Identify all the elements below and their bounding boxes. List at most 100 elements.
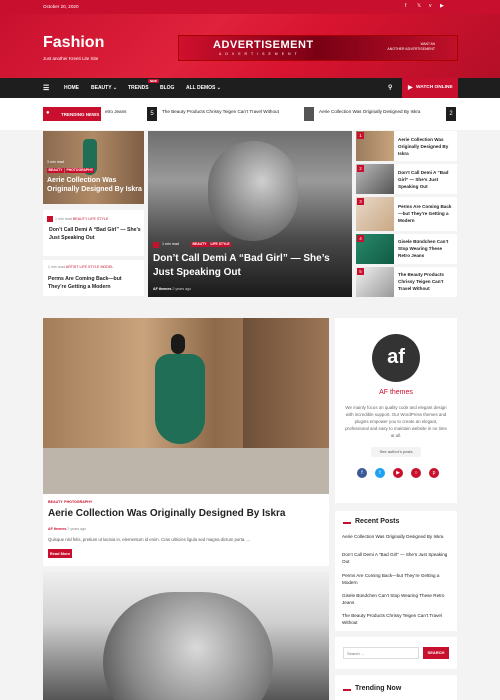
side-title[interactable]: Perms Are Coming Back—but They’re Gettin…: [398, 203, 455, 224]
nav-beauty[interactable]: BEAUTY ⌄: [91, 85, 117, 91]
site-tagline: Just another Kreeti Lite Site: [43, 56, 99, 61]
twitter-icon[interactable]: t: [375, 468, 385, 478]
card-tags: BEAUTY PHOTOGRAPHY: [47, 167, 95, 173]
youtube-icon[interactable]: ▶: [393, 468, 403, 478]
author-bio: We mainly focus on quality code and eleg…: [345, 405, 447, 438]
facebook-icon[interactable]: f: [405, 3, 406, 9]
main-post-image: [43, 318, 329, 494]
tag[interactable]: PHOTOGRAPHY: [64, 500, 92, 504]
site-title[interactable]: Fashion: [43, 34, 104, 52]
side-title[interactable]: The Beauty Products Chrissy Teigen Can’t…: [398, 271, 455, 292]
side-list-item[interactable]: 2 Don’t Call Demi A “Bad Girl” — She’s J…: [356, 164, 457, 194]
recent-posts-heading: Recent Posts: [355, 518, 400, 525]
play-icon: ▶: [408, 85, 413, 91]
recent-post-link[interactable]: Perms Are Coming Back—but They’re Gettin…: [342, 572, 452, 586]
watch-online-button[interactable]: ▶ WATCH ONLINE: [402, 78, 458, 98]
rank-number: 1: [357, 132, 364, 139]
video-icon: [153, 242, 159, 248]
card-meta: 1 min read BEAUTY LIFE STYLE: [55, 217, 109, 221]
tag[interactable]: BEAUTY: [48, 500, 63, 504]
recent-post-link[interactable]: Gisele Bündchen Can’t Stop Wearing These…: [342, 592, 452, 606]
side-title[interactable]: Gisele Bündchen Can’t Stop Wearing These…: [398, 238, 455, 259]
trending-label: TRENDING NEWS: [61, 111, 100, 117]
trending-item[interactable]: Aerie Collection Was Originally Designed…: [319, 109, 420, 114]
video-icon: [47, 216, 53, 222]
trending-now-heading: Trending Now: [355, 685, 402, 692]
model-head: [171, 334, 185, 354]
second-post-face: [103, 592, 273, 700]
left-card[interactable]: 1 min read ARTIST LIFE STYLE MODEL Perms…: [43, 260, 144, 296]
tag[interactable]: PHOTOGRAPHY: [64, 167, 95, 173]
facebook-icon[interactable]: f: [357, 468, 367, 478]
twitter-icon[interactable]: 𝕏: [417, 3, 421, 9]
nav-trends[interactable]: TRENDS: [128, 85, 149, 91]
trending-item[interactable]: etro Jeans: [105, 109, 126, 114]
tag[interactable]: LIFE STYLE: [208, 241, 232, 247]
ad-subline: ADVERTISEMENT: [219, 52, 301, 56]
side-list-item[interactable]: 5 The Beauty Products Chrissy Teigen Can…: [356, 267, 457, 297]
recent-posts-widget: Recent Posts Aerie Collection Was Origin…: [335, 511, 457, 631]
new-badge: NEW: [148, 79, 159, 83]
trending-thumb: [304, 107, 314, 121]
read-more-button[interactable]: Read More: [48, 549, 72, 558]
tag[interactable]: BEAUTY: [47, 167, 64, 173]
rank-number: 3: [357, 198, 364, 205]
rank-number: 4: [357, 235, 364, 242]
main-post-title[interactable]: Aerie Collection Was Originally Designed…: [48, 508, 285, 519]
nav-home[interactable]: HOME: [64, 85, 79, 91]
trending-label-box: ● TRENDING NEWS: [43, 107, 101, 121]
search-button[interactable]: SEARCH: [423, 647, 449, 659]
rank-number: 5: [357, 268, 364, 275]
advertisement-banner[interactable]: ADVERTISEMENT ADVERTISEMENT WANT AN ANOT…: [178, 35, 458, 61]
vimeo-icon[interactable]: v: [429, 3, 432, 9]
card-meta: 1 min read ARTIST LIFE STYLE MODEL: [48, 265, 114, 269]
recent-post-link[interactable]: Don’t Call Demi A “Bad Girl” — She’s Jus…: [342, 551, 452, 565]
pinterest-icon[interactable]: p: [429, 468, 439, 478]
trending-item[interactable]: The Beauty Products Chrissy Teigen Can’t…: [162, 109, 279, 114]
main-post[interactable]: BEAUTY PHOTOGRAPHY Aerie Collection Was …: [43, 318, 329, 566]
side-list-item[interactable]: 4 Gisele Bündchen Can’t Stop Wearing The…: [356, 234, 457, 264]
hero-title[interactable]: Don’t Call Demi A “Bad Girl” — She’s Jus…: [153, 252, 348, 280]
side-title[interactable]: Don’t Call Demi A “Bad Girl” — She’s Jus…: [398, 169, 455, 190]
floor: [43, 448, 329, 494]
read-time: 3 min read: [47, 160, 64, 164]
nav-all-demos[interactable]: ALL DEMOS ⌄: [186, 85, 221, 91]
recent-post-link[interactable]: The Beauty Products Chrissy Teigen Can’t…: [342, 612, 452, 626]
recent-post-link[interactable]: Aerie Collection Was Originally Designed…: [342, 533, 452, 540]
see-author-posts-button[interactable]: See author's posts: [371, 447, 421, 457]
author-name[interactable]: AF themes: [335, 389, 457, 396]
card-title[interactable]: Don’t Call Demi A “Bad Girl” — She’s Jus…: [49, 226, 141, 242]
instagram-icon[interactable]: ○: [411, 468, 421, 478]
youtube-icon[interactable]: ▶: [440, 3, 444, 9]
card-title[interactable]: Perms Are Coming Back—but They’re Gettin…: [48, 275, 140, 291]
nav-blog[interactable]: BLOG: [160, 85, 174, 91]
top-bar: October 20, 2020 f 𝕏 v ▶: [0, 0, 500, 14]
hero-face: [208, 141, 298, 241]
search-input[interactable]: [343, 647, 419, 659]
rank-number: 2: [357, 165, 364, 172]
trending-num: 2: [446, 107, 456, 121]
hero-tags: BEAUTY LIFE STYLE: [191, 241, 232, 247]
section-marker: [343, 689, 351, 691]
trending-bar: ● TRENDING NEWS etro Jeans 5 The Beauty …: [0, 98, 500, 130]
plus-icon: ●: [46, 110, 50, 116]
second-post[interactable]: [43, 572, 329, 700]
side-list-item[interactable]: 3 Perms Are Coming Back—but They’re Gett…: [356, 197, 457, 231]
trending-num: 5: [147, 107, 157, 121]
left-card[interactable]: 3 min read BEAUTY PHOTOGRAPHY Aerie Colle…: [43, 131, 144, 204]
side-title[interactable]: Aerie Collection Was Originally Designed…: [398, 136, 455, 157]
date-text: October 20, 2020: [43, 4, 79, 9]
main-post-meta: AF themes 2 years ago: [48, 527, 87, 531]
trending-now-widget: Trending Now: [335, 675, 457, 700]
menu-icon[interactable]: ☰: [43, 84, 49, 92]
author-logo: af: [372, 334, 420, 382]
main-post-excerpt: Quisque nisl felis, pretium ut lacinia i…: [48, 537, 251, 542]
side-list-item[interactable]: 1 Aerie Collection Was Originally Design…: [356, 131, 457, 161]
tag[interactable]: BEAUTY: [191, 241, 208, 247]
search-icon[interactable]: ⚲: [388, 84, 392, 91]
left-card[interactable]: 1 min read BEAUTY LIFE STYLE Don’t Call …: [43, 210, 144, 256]
main-post-tags: BEAUTY PHOTOGRAPHY: [48, 499, 92, 505]
hero-post[interactable]: 1 min read BEAUTY LIFE STYLE Don’t Call D…: [148, 131, 352, 297]
model-dress: [155, 354, 205, 444]
card-title[interactable]: Aerie Collection Was Originally Designed…: [47, 176, 143, 194]
